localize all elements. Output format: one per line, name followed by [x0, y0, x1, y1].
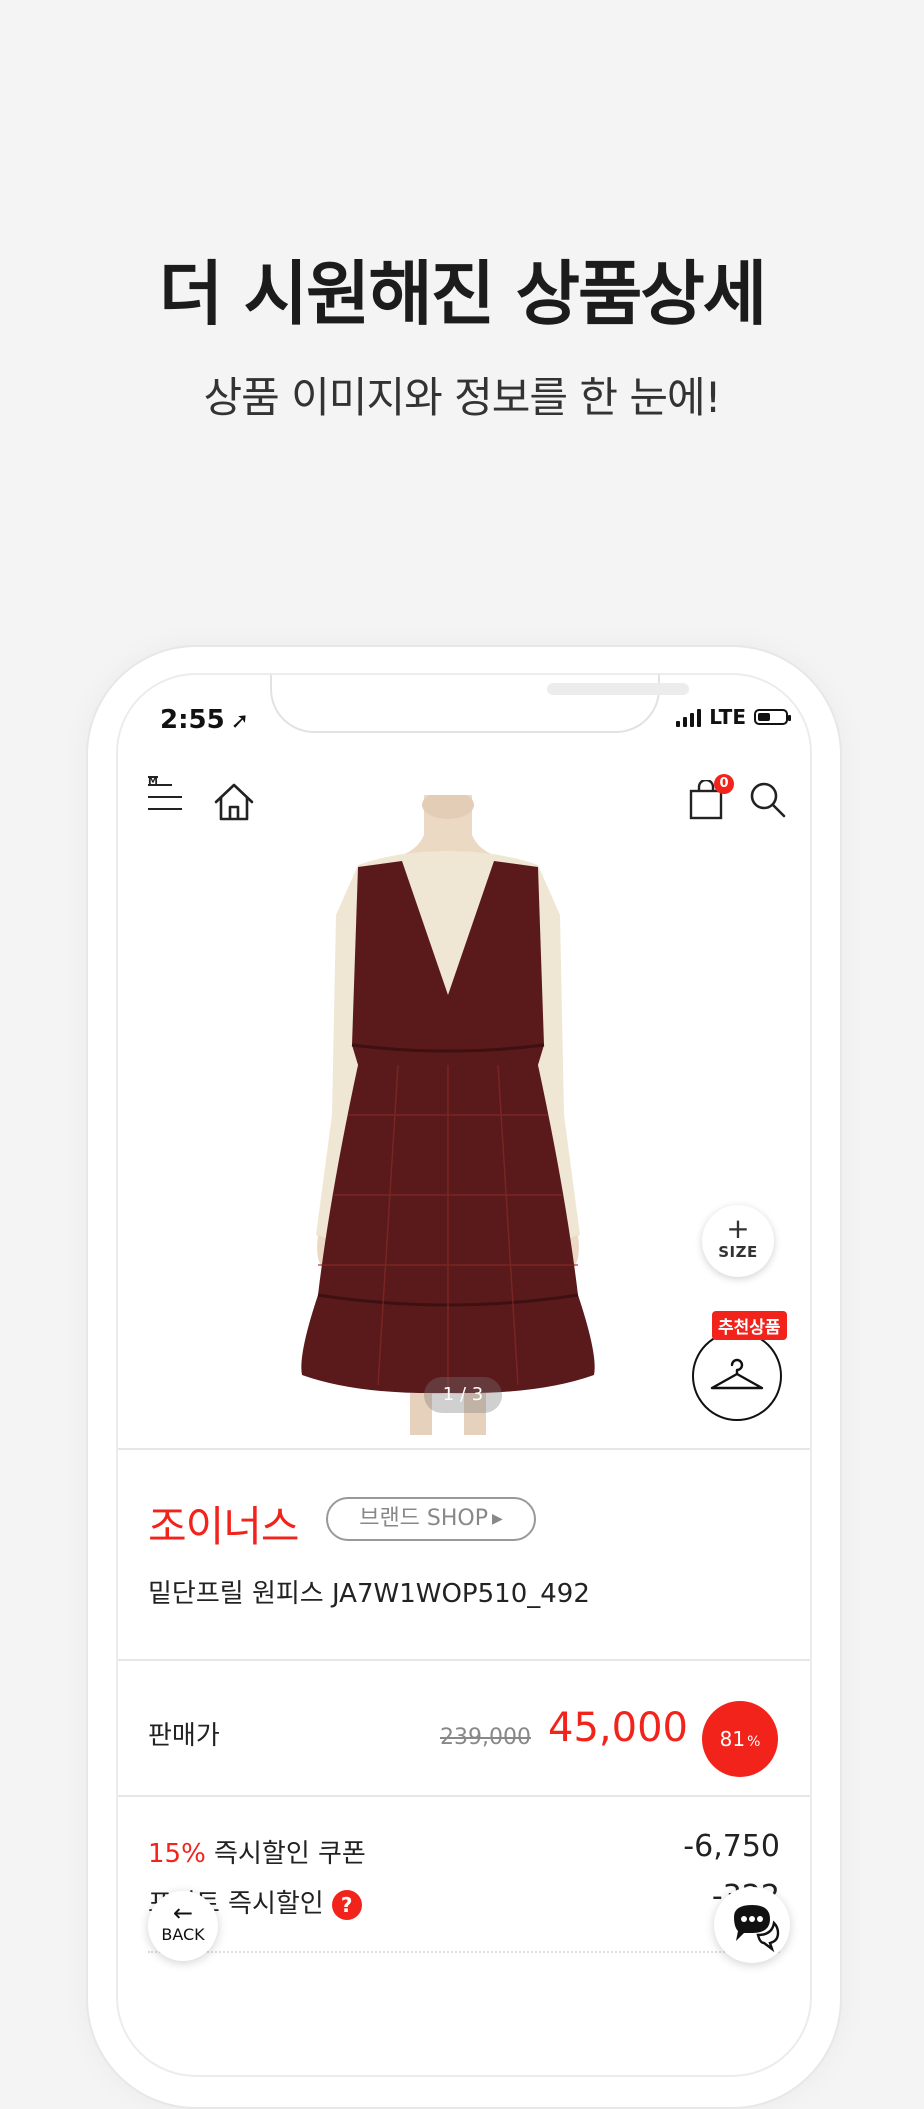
back-label: BACK [161, 1925, 205, 1944]
discount-unit: % [747, 1734, 761, 1750]
price-label: 판매가 [148, 1721, 220, 1751]
image-page-indicator: 1 / 3 [424, 1377, 502, 1413]
battery-icon [754, 709, 791, 725]
status-time-text: 2:55 [160, 705, 225, 735]
cart-count-badge: 0 [714, 774, 734, 794]
recommended-products-button[interactable] [692, 1331, 782, 1421]
size-guide-button[interactable]: + SIZE [702, 1205, 774, 1277]
menu-icon[interactable]: M [148, 776, 182, 816]
status-indicators: LTE [676, 705, 791, 729]
status-time: 2:55 ➚ [160, 705, 249, 735]
chat-button[interactable] [714, 1887, 790, 1963]
size-button-label: SIZE [718, 1243, 758, 1261]
coupon-value: -6,750 [683, 1829, 780, 1864]
divider [118, 1448, 810, 1450]
original-price: 239,000 [440, 1725, 531, 1750]
phone-notch [270, 675, 689, 733]
speaker-grille [547, 683, 689, 695]
brand-shop-label: 브랜드 SHOP [359, 1506, 489, 1531]
product-image[interactable] [298, 795, 598, 1435]
signal-icon [676, 707, 702, 727]
product-name: 밑단프릴 원피스 JA7W1WOP510_492 [148, 1579, 590, 1609]
divider [118, 1795, 810, 1797]
divider [118, 1659, 810, 1661]
shopping-bag-button[interactable]: 0 [688, 774, 734, 820]
dotted-divider [148, 1951, 780, 1953]
phone-screen: 2:55 ➚ LTE M 0 + SIZE 추천상품 1 / 3 조이너스 브랜… [116, 673, 812, 2077]
back-button[interactable]: ← BACK [148, 1891, 218, 1961]
brand-shop-button[interactable]: 브랜드 SHOP ▶ [326, 1497, 536, 1541]
discount-badge: 81% [702, 1701, 778, 1777]
recommend-tag: 추천상품 [712, 1311, 787, 1340]
hanger-icon [710, 1358, 764, 1390]
location-arrow-icon: ➚ [230, 709, 250, 734]
sale-price: 45,000 [548, 1705, 688, 1751]
help-icon[interactable]: ? [331, 1889, 362, 1920]
arrow-left-icon: ← [172, 1899, 194, 1927]
chevron-right-icon: ▶ [492, 1511, 503, 1527]
home-icon[interactable] [212, 780, 256, 824]
network-label: LTE [709, 705, 746, 729]
coupon-percent: 15% [148, 1839, 206, 1869]
plus-icon: + [726, 1212, 750, 1245]
search-icon[interactable] [748, 780, 786, 818]
menu-mark: M [148, 776, 158, 787]
discount-rate: 81 [719, 1727, 746, 1751]
coupon-label-text: 즉시할인 쿠폰 [205, 1839, 366, 1869]
chat-bubble-icon [734, 1905, 780, 1953]
coupon-label: 15% 즉시할인 쿠폰 [148, 1833, 366, 1870]
promo-headline: 더 시원해진 상품상세 [158, 253, 767, 335]
promo-subline: 상품 이미지와 정보를 한 눈에! [203, 373, 722, 422]
brand-name[interactable]: 조이너스 [148, 1493, 300, 1554]
